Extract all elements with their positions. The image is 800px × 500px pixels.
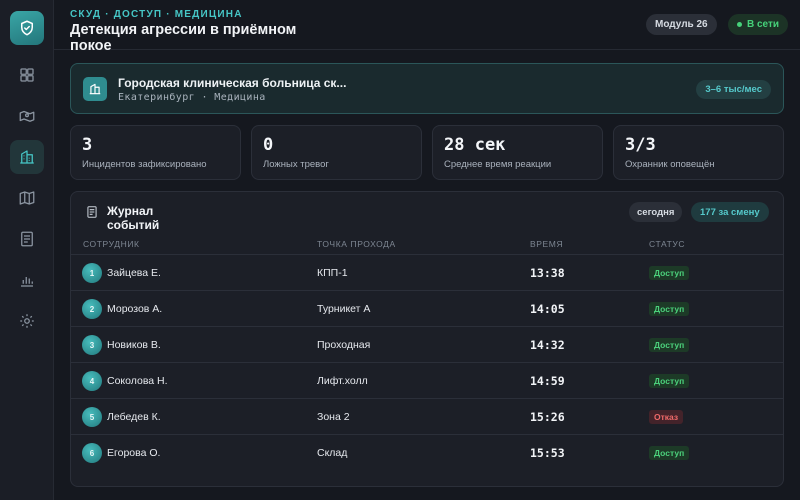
sidebar [0, 0, 54, 500]
gear-icon[interactable] [10, 304, 44, 338]
journal-title: Журнал событий [107, 204, 160, 232]
event-time: 14:32 [530, 338, 565, 352]
online-status-label: В сети [747, 19, 780, 30]
table-row[interactable]: 2 Морозов А. Турникет А 14:05 Доступ [71, 291, 783, 327]
stat-value: 3 [82, 135, 93, 155]
stat-card-guard-notified: 3/3 Охранник оповещён [613, 125, 784, 180]
page-title: Детекция агрессии в приёмном покое [70, 22, 297, 54]
status-badge: Доступ [649, 446, 690, 460]
access-point: Лифт.холл [317, 375, 368, 387]
stat-card-false-alarms: 0 Ложных тревог [251, 125, 422, 180]
access-point: Зона 2 [317, 411, 350, 423]
stat-value: 28 сек [444, 135, 506, 155]
status-dot-icon [737, 22, 742, 27]
event-time: 15:53 [530, 446, 565, 460]
employee-name: Новиков В. [107, 339, 161, 351]
table-row[interactable]: 6 Егорова О. Склад 15:53 Доступ [71, 435, 783, 471]
table-row[interactable]: 4 Соколова Н. Лифт.холл 14:59 Доступ [71, 363, 783, 399]
building-icon[interactable] [10, 140, 44, 174]
shift-count-badge: 177 за смену [691, 202, 769, 222]
status-badge: Доступ [649, 302, 690, 316]
avatar: 4 [82, 371, 102, 391]
hospital-icon [83, 77, 107, 101]
employee-name: Лебедев К. [107, 411, 161, 423]
event-time: 14:59 [530, 374, 565, 388]
module-badge: Модуль 26 [646, 14, 717, 35]
stat-label: Среднее время реакции [444, 159, 552, 170]
stat-label: Ложных тревог [263, 159, 329, 170]
employee-name: Зайцева Е. [107, 267, 161, 279]
organization-card[interactable]: Городская клиническая больница ск... Ека… [70, 63, 784, 114]
employee-name: Соколова Н. [107, 375, 168, 387]
status-badge: Доступ [649, 374, 690, 388]
map-icon[interactable] [10, 181, 44, 215]
event-time: 13:38 [530, 266, 565, 280]
breadcrumb: СКУД · ДОСТУП · МЕДИЦИНА [70, 9, 243, 20]
bar-chart-icon[interactable] [10, 263, 44, 297]
map-pin-icon[interactable] [10, 99, 44, 133]
journal-icon [87, 206, 97, 218]
access-point: КПП-1 [317, 267, 348, 279]
shield-logo-icon[interactable] [10, 11, 44, 45]
grid-icon[interactable] [10, 58, 44, 92]
stat-label: Инцидентов зафиксировано [82, 159, 207, 170]
column-header-employee[interactable]: СОТРУДНИК [83, 239, 140, 249]
price-badge: 3–6 тыс/мес [696, 80, 771, 99]
period-filter-button[interactable]: сегодня [629, 202, 683, 222]
stat-value: 0 [263, 135, 274, 155]
event-time: 14:05 [530, 302, 565, 316]
avatar: 3 [82, 335, 102, 355]
access-point: Склад [317, 447, 348, 459]
employee-name: Егорова О. [107, 447, 161, 459]
page-header: СКУД · ДОСТУП · МЕДИЦИНА Детекция агресс… [54, 0, 800, 54]
table-row[interactable]: 1 Зайцева Е. КПП-1 13:38 Доступ [71, 255, 783, 291]
avatar: 2 [82, 299, 102, 319]
online-status-badge: В сети [728, 14, 789, 35]
status-badge: Доступ [649, 338, 690, 352]
status-badge: Доступ [649, 266, 690, 280]
stat-label: Охранник оповещён [625, 159, 715, 170]
document-icon[interactable] [10, 222, 44, 256]
access-point: Проходная [317, 339, 371, 351]
table-row[interactable]: 3 Новиков В. Проходная 14:32 Доступ [71, 327, 783, 363]
access-point: Турникет А [317, 303, 371, 315]
avatar: 6 [82, 443, 102, 463]
table-row[interactable]: 5 Лебедев К. Зона 2 15:26 Отказ [71, 399, 783, 435]
organization-name: Городская клиническая больница ск... [118, 76, 347, 90]
stat-card-reaction-time: 28 сек Среднее время реакции [432, 125, 603, 180]
event-time: 15:26 [530, 410, 565, 424]
column-header-status[interactable]: СТАТУС [649, 239, 685, 249]
event-journal: Журнал событий сегодня 177 за смену СОТР… [70, 191, 784, 487]
status-badge: Отказ [649, 410, 684, 424]
stat-value: 3/3 [625, 135, 656, 155]
column-header-point[interactable]: ТОЧКА ПРОХОДА [317, 239, 396, 249]
avatar: 5 [82, 407, 102, 427]
avatar: 1 [82, 263, 102, 283]
stat-card-incidents: 3 Инцидентов зафиксировано [70, 125, 241, 180]
column-header-time[interactable]: ВРЕМЯ [530, 239, 563, 249]
employee-name: Морозов А. [107, 303, 163, 315]
organization-location: Екатеринбург · Медицина [118, 92, 266, 103]
